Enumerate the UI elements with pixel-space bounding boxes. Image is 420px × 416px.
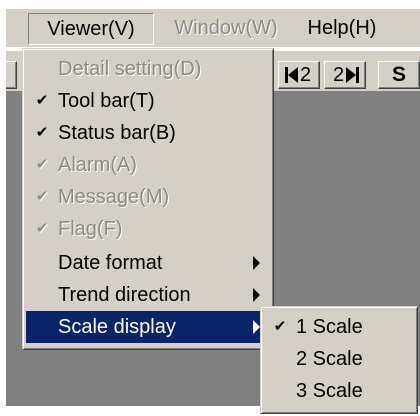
viewer-menu: Detail setting(D) ✔ Tool bar(T) ✔ Status… <box>22 48 274 350</box>
menu-item-flag[interactable]: ✔ Flag(F) <box>26 213 270 245</box>
triangle-left-icon <box>287 67 298 83</box>
prev-2-button[interactable]: 2 <box>278 61 320 89</box>
menu-item-scale-display[interactable]: Scale display <box>26 311 270 343</box>
prev-2-digit: 2 <box>299 64 312 86</box>
menu-help[interactable]: Help(H) <box>300 13 384 43</box>
submenu-item-1-scale[interactable]: ✔ 1 Scale <box>264 311 414 343</box>
menu-item-label: Date format <box>58 252 163 274</box>
menu-window[interactable]: Window(W) <box>166 13 286 43</box>
menu-item-tool-bar[interactable]: ✔ Tool bar(T) <box>26 85 270 117</box>
check-icon: ✔ <box>35 188 49 205</box>
next-2-digit: 2 <box>332 64 345 86</box>
submenu-item-label: 3 Scale <box>296 380 363 402</box>
submenu-arrow-icon <box>253 288 260 302</box>
desktop: Viewer(V) Window(W) Help(H) 2 2 S Detail… <box>0 0 420 416</box>
submenu-arrow-icon <box>253 256 260 270</box>
menu-item-label: Message(M) <box>58 186 170 208</box>
check-icon: ✔ <box>35 92 49 109</box>
menu-item-label: Flag(F) <box>58 218 123 240</box>
next-2-button[interactable]: 2 <box>324 61 366 89</box>
check-icon: ✔ <box>35 124 49 141</box>
toolbar-left-button[interactable] <box>6 61 17 89</box>
menu-item-detail-setting[interactable]: Detail setting(D) <box>26 53 270 85</box>
menu-item-label: Scale display <box>58 316 176 338</box>
submenu-item-label: 1 Scale <box>296 316 363 338</box>
s-button[interactable]: S <box>378 61 420 89</box>
menu-item-label: Tool bar(T) <box>58 90 155 112</box>
bar-icon <box>356 67 360 83</box>
menu-viewer[interactable]: Viewer(V) <box>28 13 154 45</box>
menu-item-status-bar[interactable]: ✔ Status bar(B) <box>26 117 270 149</box>
menu-item-label: Alarm(A) <box>58 154 137 176</box>
scale-display-submenu: ✔ 1 Scale 2 Scale 3 Scale <box>260 306 418 414</box>
menu-bar: Viewer(V) Window(W) Help(H) <box>6 8 420 47</box>
menu-item-message[interactable]: ✔ Message(M) <box>26 181 270 213</box>
check-icon: ✔ <box>273 318 287 335</box>
menu-item-label: Trend direction <box>58 284 191 306</box>
submenu-item-3-scale[interactable]: 3 Scale <box>264 375 414 407</box>
menu-item-date-format[interactable]: Date format <box>26 247 270 279</box>
menu-item-trend-direction[interactable]: Trend direction <box>26 279 270 311</box>
menu-item-alarm[interactable]: ✔ Alarm(A) <box>26 149 270 181</box>
submenu-item-label: 2 Scale <box>296 348 363 370</box>
check-icon: ✔ <box>35 220 49 237</box>
submenu-arrow-icon <box>253 320 260 334</box>
triangle-right-icon <box>346 67 357 83</box>
check-icon: ✔ <box>35 156 49 173</box>
submenu-item-2-scale[interactable]: 2 Scale <box>264 343 414 375</box>
menu-item-label: Status bar(B) <box>58 122 176 144</box>
menu-item-label: Detail setting(D) <box>58 58 202 80</box>
